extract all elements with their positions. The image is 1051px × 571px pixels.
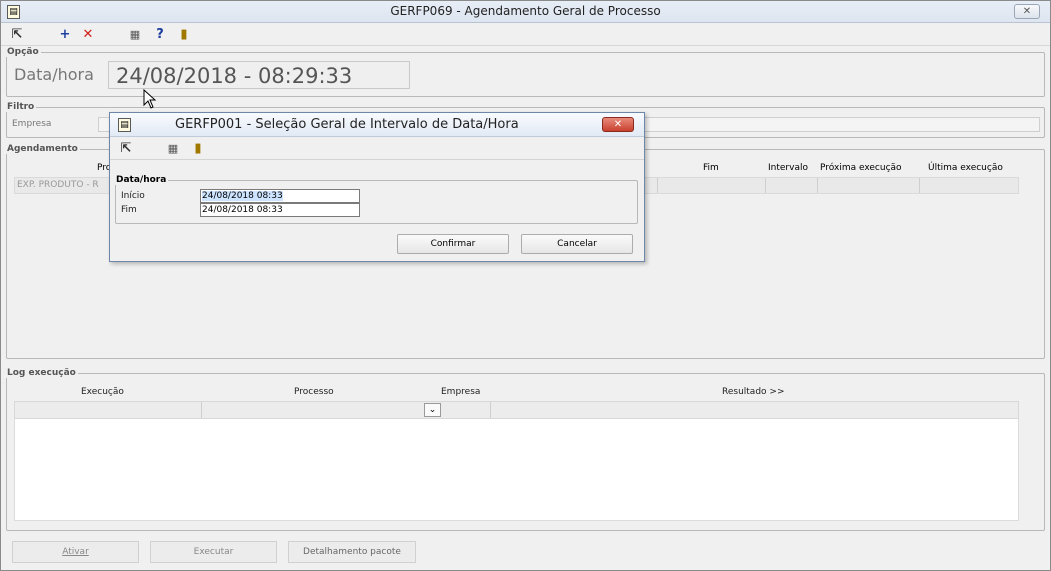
agendamento-legend: Agendamento: [7, 144, 78, 154]
log-legend: Log execução: [7, 368, 76, 378]
confirmar-label: Confirmar: [430, 239, 476, 249]
exit-arrow-icon[interactable]: ⇱: [118, 141, 134, 157]
inicio-input[interactable]: 24/08/2018 08:33: [200, 189, 360, 203]
empresa-dropdown-chevron-icon[interactable]: ⌄: [424, 403, 441, 417]
dialog-close-button[interactable]: ✕: [602, 117, 634, 132]
main-toolbar: ⇱ + ✕ ▦ ? ▮: [1, 24, 1050, 46]
col-processo-log[interactable]: Processo: [294, 387, 334, 397]
ativar-label: Ativar: [62, 547, 89, 557]
dialog-app-icon: ▤: [118, 118, 131, 132]
col-empresa[interactable]: Empresa: [441, 387, 480, 397]
exit-arrow-icon[interactable]: ⇱: [9, 27, 25, 43]
fim-input[interactable]: 24/08/2018 08:33: [200, 203, 360, 217]
calendar-icon[interactable]: ▦: [165, 141, 181, 157]
main-window: ▤ GERFP069 - Agendamento Geral de Proces…: [0, 0, 1051, 571]
col-ultima-execucao[interactable]: Última execução: [928, 163, 1003, 173]
fim-label: Fim: [121, 205, 137, 215]
cell-divider: [765, 178, 766, 193]
inicio-label: Início: [121, 191, 145, 201]
col-resultado[interactable]: Resultado >>: [722, 387, 785, 397]
dialog-title: GERFP001 - Seleção Geral de Intervalo de…: [175, 117, 519, 132]
executar-button[interactable]: Executar: [150, 541, 277, 563]
col-fim[interactable]: Fim: [703, 163, 719, 173]
filtro-legend: Filtro: [7, 102, 35, 112]
opcao-legend: Opção: [7, 47, 39, 57]
cell-divider: [919, 178, 920, 193]
cancelar-button[interactable]: Cancelar: [521, 234, 633, 254]
ativar-button[interactable]: Ativar: [12, 541, 139, 563]
datahora-label: Data/hora: [14, 65, 94, 84]
dialog-datahora-legend: Data/hora: [116, 175, 167, 185]
delete-icon[interactable]: ✕: [80, 27, 96, 43]
window-title: GERFP069 - Agendamento Geral de Processo: [390, 4, 661, 18]
executar-label: Executar: [193, 547, 234, 557]
cell-divider: [817, 178, 818, 193]
datahora-value: 24/08/2018 - 08:29:33: [108, 61, 410, 89]
interval-dialog: ▤ GERFP001 - Seleção Geral de Intervalo …: [109, 112, 645, 262]
col-intervalo[interactable]: Intervalo: [768, 163, 808, 173]
cell-divider: [657, 178, 658, 193]
dialog-title-bar: ▤ GERFP001 - Seleção Geral de Intervalo …: [110, 113, 644, 137]
row-processo: EXP. PRODUTO - R: [17, 180, 99, 190]
detalhamento-pacote-button[interactable]: Detalhamento pacote: [288, 541, 416, 563]
log-table-row[interactable]: ⌄: [14, 401, 1019, 419]
log-empty-area: [14, 419, 1019, 521]
door-exit-icon[interactable]: ▮: [190, 141, 206, 157]
cell-divider: [490, 402, 491, 418]
door-exit-icon[interactable]: ▮: [176, 27, 192, 43]
calendar-icon[interactable]: ▦: [127, 27, 143, 43]
confirmar-button[interactable]: Confirmar: [397, 234, 509, 254]
col-execucao[interactable]: Execução: [81, 387, 124, 397]
inicio-value: 24/08/2018 08:33: [202, 191, 283, 201]
mouse-cursor-icon: [143, 89, 157, 109]
help-icon[interactable]: ?: [152, 27, 168, 43]
detalhamento-label: Detalhamento pacote: [303, 547, 401, 557]
cancelar-label: Cancelar: [557, 239, 597, 249]
add-icon[interactable]: +: [57, 27, 73, 43]
dialog-datahora-group: Data/hora: [115, 175, 638, 224]
col-proxima-execucao[interactable]: Próxima execução: [820, 163, 902, 173]
empresa-label: Empresa: [12, 119, 52, 129]
cell-divider: [201, 402, 202, 418]
log-header: Execução Processo Empresa Resultado >>: [14, 385, 1019, 401]
title-bar: ▤ GERFP069 - Agendamento Geral de Proces…: [1, 1, 1050, 23]
close-button[interactable]: ✕: [1014, 4, 1040, 19]
dialog-toolbar: ⇱ ▦ ▮: [110, 138, 644, 160]
